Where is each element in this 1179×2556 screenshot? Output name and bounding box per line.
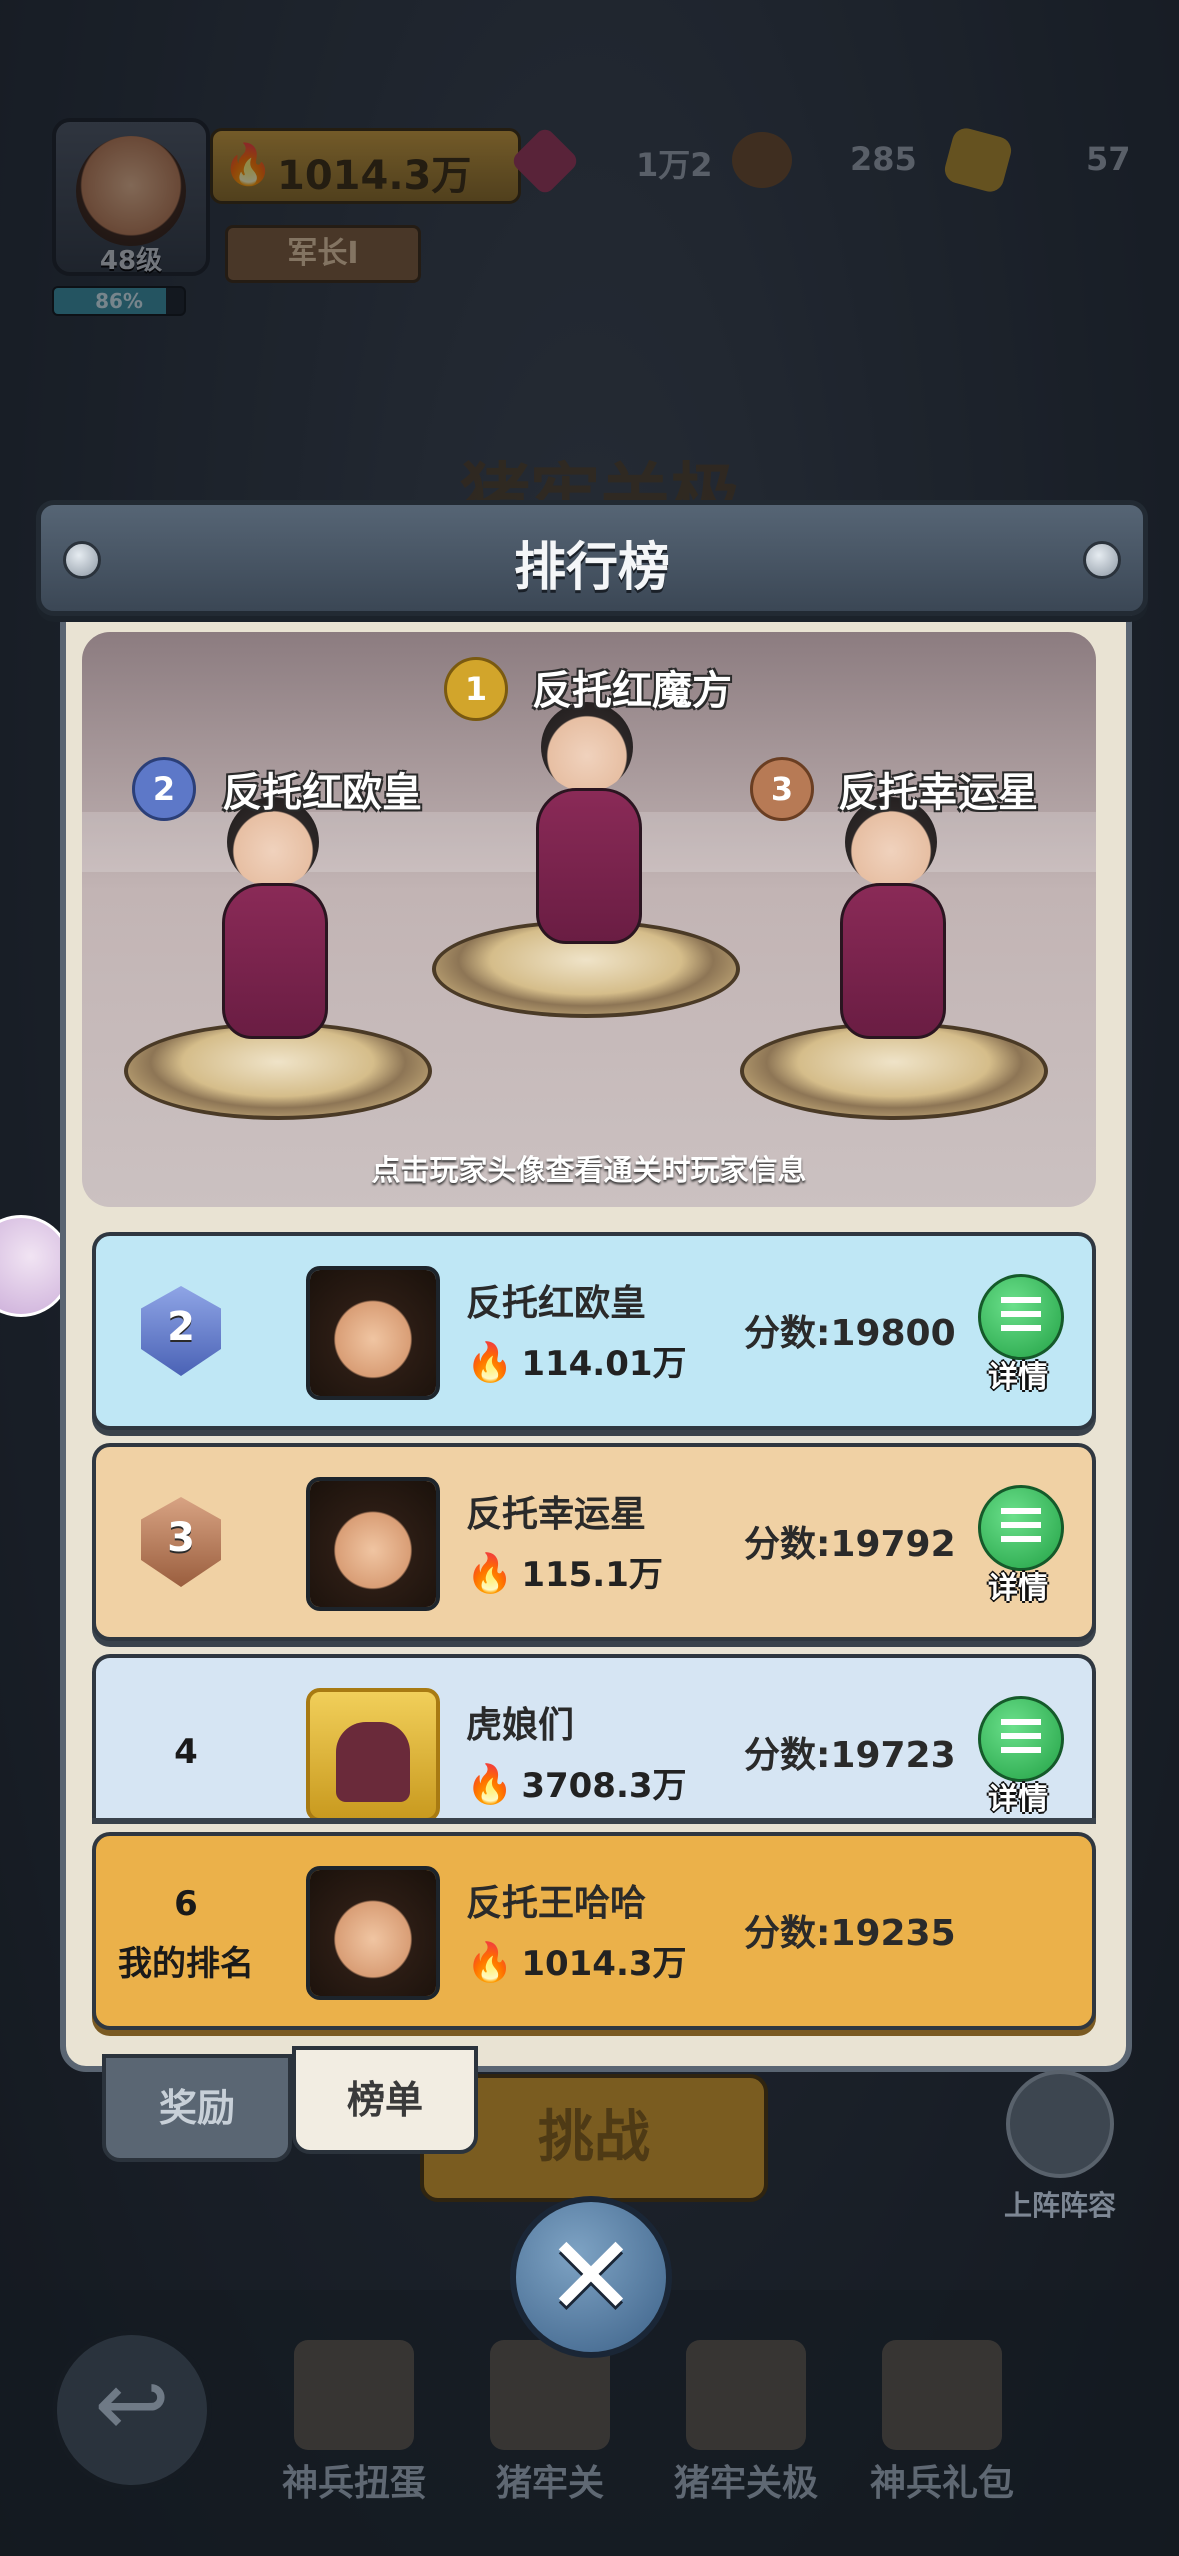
nav-label: 猪牢关极 — [673, 2463, 818, 2504]
detail-button[interactable] — [978, 1696, 1064, 1782]
extreme-icon — [686, 2340, 806, 2450]
pin-icon — [1083, 541, 1121, 579]
back-button[interactable]: ↩ — [52, 2330, 212, 2490]
nav-pig-prison[interactable]: 猪牢关 — [460, 2340, 640, 2506]
score-label: 分数: — [744, 1524, 831, 1565]
tab-board[interactable]: 榜单 — [292, 2046, 478, 2154]
list-icon — [1001, 1508, 1041, 1548]
row-score: 分数:19792 — [744, 1515, 956, 1567]
nav-label: 神兵扭蛋 — [281, 2463, 426, 2504]
row-score: 分数:19723 — [744, 1726, 956, 1778]
fire-icon: 🔥 — [466, 1551, 514, 1595]
podium-name-first: 反托红魔方 — [532, 668, 732, 714]
fire-icon: 🔥 — [466, 1940, 514, 1984]
close-button[interactable]: ✕ — [510, 2196, 672, 2358]
rank-badge-silver-icon: 2 — [126, 1276, 236, 1386]
detail-button[interactable] — [978, 1274, 1064, 1360]
podium-panel: 2 反托红欧皇 1 反托红魔方 3 反托幸运星 点击玩家头像查看通关时玩家信息 — [82, 632, 1096, 1207]
podium-avatar-first[interactable] — [506, 702, 666, 952]
row-avatar[interactable] — [306, 1266, 440, 1400]
podium-name-third: 反托幸运星 — [838, 770, 1038, 816]
back-arrow-icon: ↩ — [94, 2352, 170, 2457]
leaderboard-row: 3 反托幸运星 🔥 115.1万 分数:19792 详情 — [92, 1443, 1096, 1641]
medal-gold-icon: 1 — [444, 657, 508, 721]
lineup-button[interactable]: 上阵阵容 — [990, 2070, 1130, 2224]
score-value: 19792 — [830, 1524, 956, 1565]
row-player-name: 反托红欧皇 — [466, 1283, 647, 1324]
score-label: 分数: — [744, 1313, 831, 1354]
my-rank-number: 6 — [174, 1884, 198, 1924]
modal-title: 排行榜 — [513, 538, 670, 598]
helmet-icon — [336, 1722, 410, 1802]
tab-reward[interactable]: 奖励 — [102, 2054, 292, 2162]
leaderboard-row: 2 反托红欧皇 🔥 114.01万 分数:19800 详情 — [92, 1232, 1096, 1430]
row-power-value: 114.01万 — [521, 1344, 687, 1384]
my-player-name: 反托王哈哈 — [466, 1883, 647, 1924]
close-icon: ✕ — [544, 2212, 638, 2340]
gift-box-icon — [882, 2340, 1002, 2450]
my-rank-label: 我的排名 — [118, 1944, 254, 1984]
row-rank: 2 — [167, 1304, 195, 1350]
row-player-name: 虎娘们 — [466, 1705, 575, 1746]
podium-hint: 点击玩家头像查看通关时玩家信息 — [371, 1153, 807, 1187]
podium-avatar-second[interactable] — [192, 797, 352, 1047]
score-value: 19235 — [830, 1913, 956, 1954]
medal-bronze-icon: 3 — [750, 757, 814, 821]
fire-icon: 🔥 — [466, 1340, 514, 1384]
score-label: 分数: — [744, 1735, 831, 1776]
flag-icon — [1006, 2070, 1114, 2178]
medal-silver-icon: 2 — [132, 757, 196, 821]
nav-gacha[interactable]: 神兵扭蛋 — [264, 2340, 444, 2506]
my-power: 🔥 1014.3万 — [466, 1936, 687, 1985]
character-body — [536, 788, 642, 944]
row-score: 分数:19800 — [744, 1304, 956, 1356]
podium-name-second: 反托红欧皇 — [222, 770, 422, 816]
score-value: 19800 — [830, 1313, 956, 1354]
podium-avatar-third[interactable] — [810, 797, 970, 1047]
my-power-value: 1014.3万 — [521, 1944, 687, 1984]
row-rank: 3 — [167, 1515, 195, 1561]
row-rank: 4 — [174, 1732, 198, 1772]
avatar-face — [310, 1870, 436, 1996]
row-player-name: 反托幸运星 — [466, 1494, 647, 1535]
gacha-machine-icon — [294, 2340, 414, 2450]
character-body — [840, 883, 946, 1039]
leaderboard-row: 4 虎娘们 🔥 3708.3万 分数:19723 详情 — [92, 1654, 1096, 1818]
row-power: 🔥 3708.3万 — [466, 1758, 687, 1807]
row-power: 🔥 115.1万 — [466, 1547, 663, 1596]
score-value: 19723 — [830, 1735, 956, 1776]
list-icon — [1001, 1297, 1041, 1337]
nav-gift-pack[interactable]: 神兵礼包 — [852, 2340, 1032, 2506]
rank-badge-bronze-icon: 3 — [126, 1487, 236, 1597]
list-icon — [1001, 1719, 1041, 1759]
row-power-value: 3708.3万 — [521, 1766, 687, 1806]
character-body — [222, 883, 328, 1039]
my-score: 分数:19235 — [744, 1904, 956, 1956]
nav-label: 神兵礼包 — [869, 2463, 1014, 2504]
nav-pig-prison-extreme[interactable]: 猪牢关极 — [656, 2340, 836, 2506]
fire-icon: 🔥 — [466, 1762, 514, 1806]
avatar-face — [310, 1481, 436, 1607]
my-rank-row: 6 我的排名 反托王哈哈 🔥 1014.3万 分数:19235 — [92, 1832, 1096, 2030]
my-avatar[interactable] — [306, 1866, 440, 2000]
score-label: 分数: — [744, 1913, 831, 1954]
modal-header: 排行榜 — [36, 500, 1148, 616]
detail-label[interactable]: 详情 — [968, 1352, 1068, 1396]
row-power-value: 115.1万 — [521, 1555, 663, 1595]
row-power: 🔥 114.01万 — [466, 1336, 687, 1385]
detail-label[interactable]: 详情 — [968, 1774, 1068, 1818]
row-avatar[interactable] — [306, 1688, 440, 1818]
row-avatar[interactable] — [306, 1477, 440, 1611]
detail-button[interactable] — [978, 1485, 1064, 1571]
detail-label[interactable]: 详情 — [968, 1563, 1068, 1607]
avatar-face — [310, 1270, 436, 1396]
nav-label: 猪牢关 — [495, 2463, 604, 2504]
lineup-label: 上阵阵容 — [1003, 2189, 1116, 2222]
